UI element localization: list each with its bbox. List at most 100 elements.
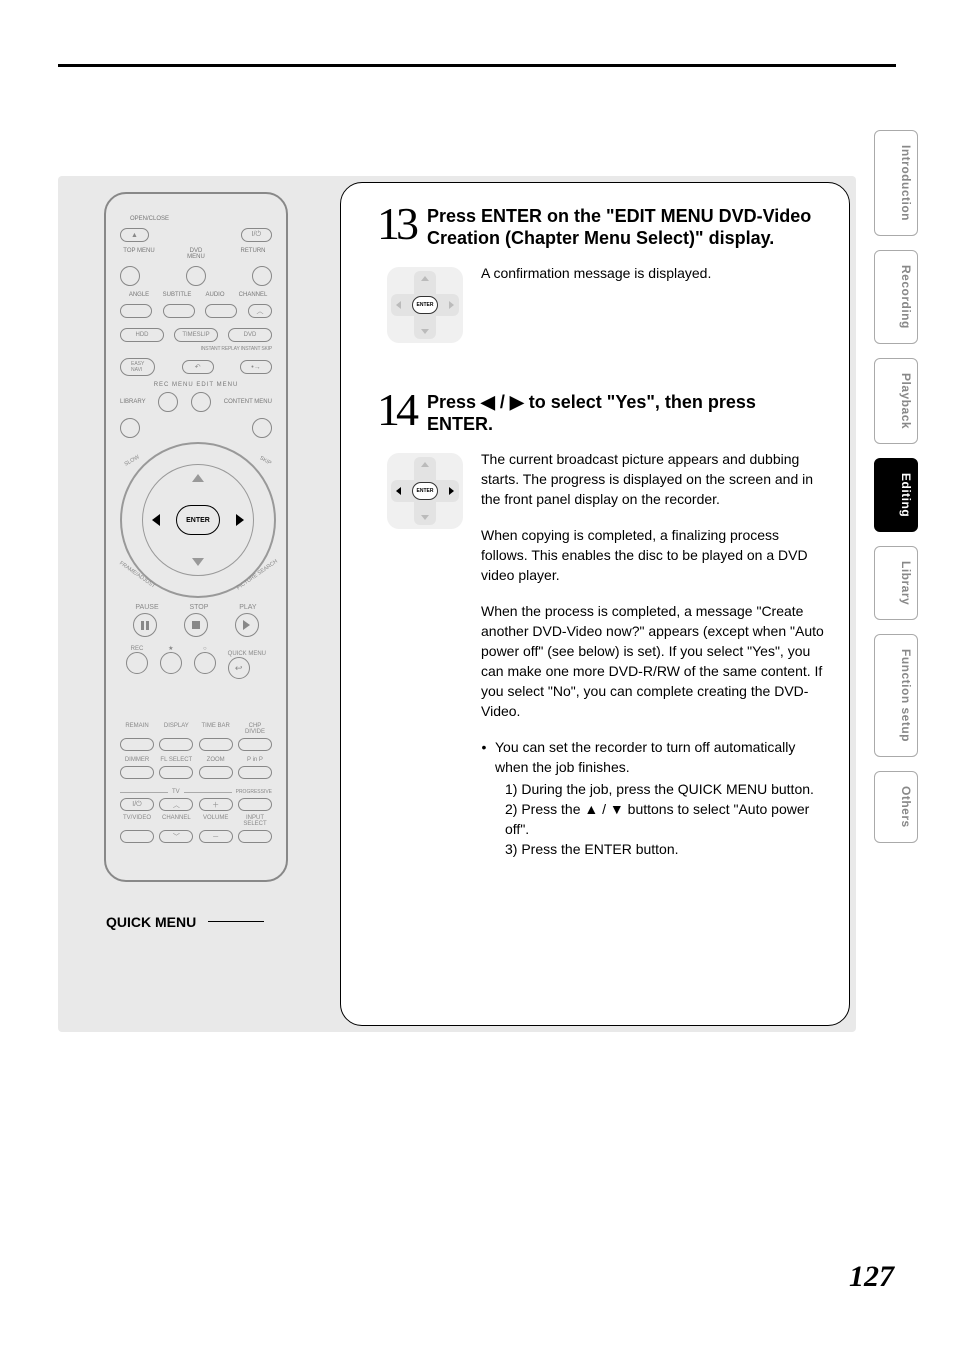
step-14-dpad-icon: ENTER (387, 453, 463, 529)
tab-library[interactable]: Library (874, 546, 918, 620)
instruction-panel: 13 Press ENTER on the "EDIT MENU DVD-Vid… (340, 182, 850, 1026)
step-14-bullet: You can set the recorder to turn off aut… (495, 737, 825, 777)
tv-label: TV (172, 789, 180, 795)
step-14-n2: 2) Press the ▲ / ▼ buttons to select "Au… (495, 799, 825, 839)
display-button (159, 738, 193, 751)
slow-label: SLOW (124, 454, 141, 467)
tv-channel-label: CHANNEL (159, 815, 193, 827)
tab-editing[interactable]: Editing (874, 458, 918, 532)
library-label: LIBRARY (120, 399, 146, 405)
instant-label: INSTANT REPLAY INSTANT SKIP (120, 346, 272, 352)
step-13-number: 13 (365, 205, 415, 249)
zoom-button (199, 766, 233, 779)
open-close-label: OPEN/CLOSE (130, 216, 272, 222)
audio-button (205, 304, 237, 318)
tv-volume-down-button: － (199, 830, 233, 843)
quick-menu-callout: QUICK MENU (106, 914, 196, 930)
step-13-enter-icon: ENTER (412, 296, 438, 314)
rec-edit-menu-label: REC MENU EDIT MENU (120, 382, 272, 388)
step-14-enter-icon: ENTER (412, 482, 438, 500)
pinp-button (238, 766, 272, 779)
channel-label: CHANNEL (234, 292, 272, 298)
remain-button (120, 738, 154, 751)
angle-label: ANGLE (120, 292, 158, 298)
step-13-dpad-icon: ENTER (387, 267, 463, 343)
stop-button (184, 613, 208, 637)
pause-button (133, 613, 157, 637)
instant-skip-button: •→ (240, 360, 272, 374)
quick-menu-button: ↩ (228, 657, 250, 679)
step-14-n1: 1) During the job, press the QUICK MENU … (495, 779, 825, 799)
quick-menu-callout-line (208, 921, 264, 922)
easy-navi-button: EASY NAVI (120, 358, 155, 376)
up-down-arrows-icon: ▲ / ▼ (584, 799, 623, 819)
tab-function-setup[interactable]: Function setup (874, 634, 918, 757)
input-select-button (238, 830, 272, 843)
remote-diagram: OPEN/CLOSE ▲ I/⏻ TOP MENU DVD MENU RETUR… (104, 192, 288, 882)
step-14-number: 14 (365, 391, 415, 435)
o-button (194, 652, 216, 674)
power-button: I/⏻ (241, 228, 272, 242)
fl-select-label: FL SELECT (159, 757, 193, 763)
step-14-n3: 3) Press the ENTER button. (495, 839, 825, 859)
progressive-button (238, 798, 272, 811)
chp-divide-button (238, 738, 272, 751)
top-menu-label: TOP MENU (120, 248, 158, 260)
tv-video-button (120, 830, 154, 843)
timeslip-button: TIMESLIP (174, 328, 218, 342)
time-bar-label: TIME BAR (199, 723, 233, 735)
star-button (160, 652, 182, 674)
tab-introduction[interactable]: Introduction (874, 130, 918, 236)
tab-playback[interactable]: Playback (874, 358, 918, 444)
return-label: RETURN (234, 248, 272, 260)
star-label: ★ (160, 645, 182, 652)
tab-others[interactable]: Others (874, 771, 918, 843)
pause-label: PAUSE (135, 604, 158, 611)
chp-divide-label: CHP DIVIDE (238, 723, 272, 735)
left-right-arrows-icon: ◀ / ▶ (481, 391, 524, 413)
tv-power-button: I/⏻ (120, 798, 154, 811)
dvd-button: DVD (228, 328, 272, 342)
tv-volume-up-button: ＋ (199, 798, 233, 811)
stop-label: STOP (189, 604, 208, 611)
dvd-menu-button (186, 266, 206, 286)
step-14-title: Press ◀ / ▶ to select "Yes", then press … (427, 391, 825, 435)
subtitle-label: SUBTITLE (158, 292, 196, 298)
enter-button: ENTER (176, 505, 220, 535)
dpad-right-icon (236, 514, 244, 526)
bullet-icon: • (481, 737, 487, 859)
pinp-label: P in P (238, 757, 272, 763)
eject-button: ▲ (120, 228, 149, 242)
tv-volume-label: VOLUME (199, 815, 233, 827)
fl-select-button (159, 766, 193, 779)
play-button (235, 613, 259, 637)
top-menu-button (120, 266, 140, 286)
display-label: DISPLAY (159, 723, 193, 735)
instant-replay-button: ↶ (182, 360, 214, 374)
rec-menu-button (158, 392, 178, 412)
tab-recording[interactable]: Recording (874, 250, 918, 344)
play-label: PLAY (239, 604, 256, 611)
angle-button (120, 304, 152, 318)
step-14-n2-pre: 2) Press the (505, 801, 584, 817)
tv-video-label: TV/VIDEO (120, 815, 154, 827)
dpad-up-icon (192, 474, 204, 482)
dvd-menu-label: DVD MENU (177, 248, 215, 260)
zoom-label: ZOOM (199, 757, 233, 763)
page-number: 127 (849, 1260, 894, 1294)
side-tabs: Introduction Recording Playback Editing … (874, 130, 918, 843)
library-button (120, 418, 140, 438)
edit-menu-button (191, 392, 211, 412)
step-13-message: A confirmation message is displayed. (481, 263, 825, 283)
dpad-down-icon (192, 558, 204, 566)
step-14: 14 Press ◀ / ▶ to select "Yes", then pre… (365, 391, 825, 435)
remain-label: REMAIN (120, 723, 154, 735)
step-13: 13 Press ENTER on the "EDIT MENU DVD-Vid… (365, 205, 825, 249)
audio-label: AUDIO (196, 292, 234, 298)
dimmer-button (120, 766, 154, 779)
dpad-left-icon (152, 514, 160, 526)
content-menu-button (252, 418, 272, 438)
remote-dpad: SLOW SKIP FRAME/ADJUST PICTURE SEARCH EN… (120, 442, 276, 598)
progressive-label: PROGRESSIVE (236, 789, 272, 795)
content-menu-label: CONTENT MENU (224, 399, 272, 405)
